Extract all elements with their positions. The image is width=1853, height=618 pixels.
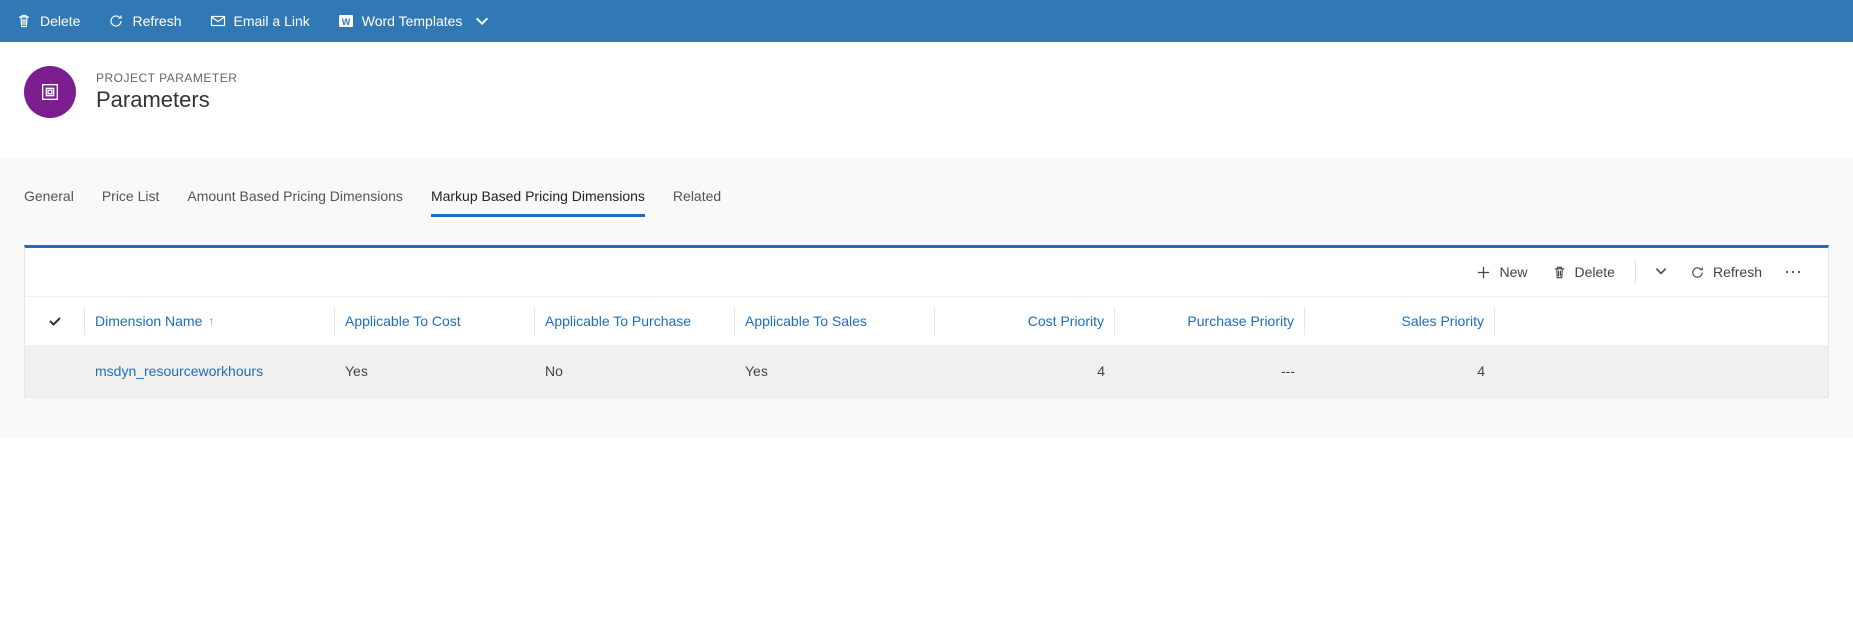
new-label: New [1499, 264, 1527, 280]
tab-related[interactable]: Related [673, 182, 721, 217]
word-templates-label: Word Templates [362, 13, 463, 29]
entity-icon [24, 66, 76, 118]
col-label: Sales Priority [1402, 313, 1484, 329]
email-icon [210, 13, 226, 29]
email-link-label: Email a Link [234, 13, 310, 29]
delete-icon [1552, 265, 1567, 280]
more-actions-chevron[interactable] [1646, 258, 1676, 287]
word-templates-button[interactable]: W Word Templates [338, 13, 491, 29]
col-cost-priority[interactable]: Cost Priority [935, 307, 1115, 335]
grid-header-row: Dimension Name ↑ Applicable To Cost Appl… [25, 297, 1828, 345]
email-link-button[interactable]: Email a Link [210, 13, 310, 29]
chevron-down-icon [1654, 264, 1668, 278]
refresh-icon [1690, 265, 1705, 280]
grid-delete-button[interactable]: Delete [1542, 258, 1625, 286]
tab-markup-based[interactable]: Markup Based Pricing Dimensions [431, 182, 645, 217]
tab-amount-based[interactable]: Amount Based Pricing Dimensions [187, 182, 403, 217]
col-label: Purchase Priority [1187, 313, 1294, 329]
col-applicable-to-sales[interactable]: Applicable To Sales [735, 307, 935, 335]
refresh-label: Refresh [132, 13, 181, 29]
page-title: Parameters [96, 87, 237, 113]
col-purchase-priority[interactable]: Purchase Priority [1115, 307, 1305, 335]
svg-text:W: W [342, 17, 351, 27]
cell-applicable-to-cost: Yes [335, 363, 535, 379]
select-all-column[interactable] [25, 307, 85, 335]
cell-purchase-priority: --- [1115, 363, 1305, 379]
col-applicable-to-purchase[interactable]: Applicable To Purchase [535, 307, 735, 335]
refresh-button[interactable]: Refresh [108, 13, 181, 29]
col-dimension-name[interactable]: Dimension Name ↑ [85, 307, 335, 335]
grid-refresh-label: Refresh [1713, 264, 1762, 280]
new-button[interactable]: New [1466, 258, 1537, 286]
data-grid: Dimension Name ↑ Applicable To Cost Appl… [25, 296, 1828, 397]
checkmark-icon [47, 313, 63, 329]
cell-applicable-to-sales: Yes [735, 363, 935, 379]
tab-bar: General Price List Amount Based Pricing … [24, 158, 1829, 217]
overflow-button[interactable]: ⋯ [1776, 256, 1812, 289]
delete-label: Delete [40, 13, 80, 29]
command-bar: Delete Refresh Email a Link W Word Templ… [0, 0, 1853, 42]
col-label: Applicable To Sales [745, 313, 867, 329]
cell-dimension-name[interactable]: msdyn_resourceworkhours [85, 363, 335, 379]
parameter-icon [39, 81, 61, 103]
plus-icon [1476, 265, 1491, 280]
col-label: Cost Priority [1028, 313, 1104, 329]
col-label: Applicable To Cost [345, 313, 461, 329]
col-applicable-to-cost[interactable]: Applicable To Cost [335, 307, 535, 335]
grid-toolbar: New Delete Refresh ⋯ [25, 248, 1828, 296]
col-label: Dimension Name [95, 313, 202, 329]
table-row[interactable]: msdyn_resourceworkhours Yes No Yes 4 ---… [25, 345, 1828, 397]
tab-general[interactable]: General [24, 182, 74, 217]
toolbar-separator [1635, 261, 1636, 283]
grid-panel: New Delete Refresh ⋯ [24, 245, 1829, 398]
cell-applicable-to-purchase: No [535, 363, 735, 379]
sort-ascending-icon: ↑ [208, 314, 214, 328]
grid-delete-label: Delete [1575, 264, 1615, 280]
word-icon: W [338, 13, 354, 29]
refresh-icon [108, 13, 124, 29]
delete-button[interactable]: Delete [16, 13, 80, 29]
tab-price-list[interactable]: Price List [102, 182, 160, 217]
chevron-down-icon [474, 13, 490, 29]
col-label: Applicable To Purchase [545, 313, 691, 329]
col-sales-priority[interactable]: Sales Priority [1305, 307, 1495, 335]
content-area: General Price List Amount Based Pricing … [0, 158, 1853, 438]
cell-cost-priority: 4 [935, 363, 1115, 379]
grid-refresh-button[interactable]: Refresh [1680, 258, 1772, 286]
cell-sales-priority: 4 [1305, 363, 1495, 379]
delete-icon [16, 13, 32, 29]
page-header: PROJECT PARAMETER Parameters [0, 42, 1853, 158]
entity-subtitle: PROJECT PARAMETER [96, 71, 237, 85]
